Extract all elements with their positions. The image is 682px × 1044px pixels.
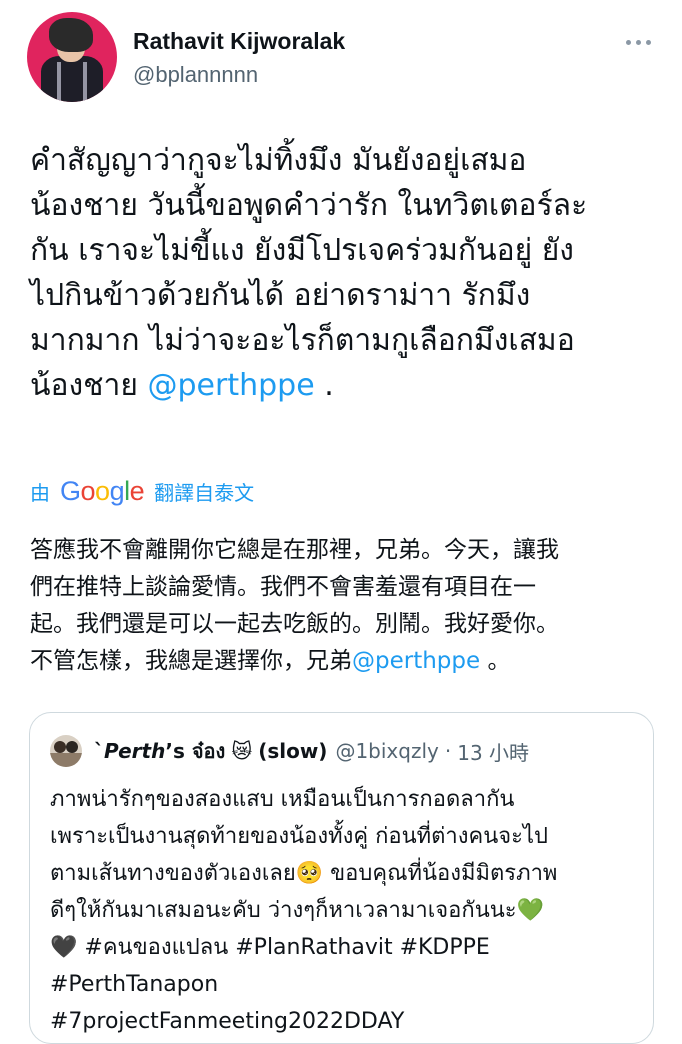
pleading-face-emoji-icon: 🥺 (295, 861, 324, 886)
author-handle[interactable]: @bplannnnn (133, 62, 258, 88)
quoted-tweet-header: `Perth’s จ๋อง 😿 (slow) @1bixqzly · 13 小時 (50, 735, 529, 767)
translate-action-link[interactable]: 翻譯自泰文 (154, 477, 254, 506)
tweet-line: ไปกินข้าวด้วยกันได้ อย่าดราม่าา รักมึง (30, 278, 531, 313)
google-logo-letter: e (129, 475, 145, 506)
quoted-fragment: ขอบคุณที่น้องมีมิตรภาพ (323, 861, 558, 886)
tweet-line: กัน เราจะไม่ขี้แง ยังมีโปรเจคร่วมกันอยู่… (30, 233, 574, 268)
quoted-tweet-body: ภาพน่ารักๆของสองแสบ เหมือนเป็นการกอดลากั… (50, 781, 640, 1040)
hashtag-line[interactable]: #7projectFanmeeting2022DDAY (50, 1003, 640, 1040)
name-fragment: ’s จ๋อง (165, 739, 226, 763)
more-options-icon[interactable] (624, 32, 654, 52)
name-fragment: Perth (104, 739, 166, 763)
translation-line-last: 不管怎樣，我總是選擇你，兄弟@perthppe 。 (30, 643, 660, 680)
translation-fragment: 不管怎樣，我總是選擇你，兄弟 (30, 648, 352, 674)
quoted-author-avatar[interactable] (50, 735, 82, 767)
green-heart-icon: 💚 (516, 898, 545, 923)
quoted-timestamp[interactable]: 13 小時 (457, 737, 529, 766)
translation-fragment: 。 (480, 648, 511, 674)
translate-row: 由 Google 翻譯自泰文 (30, 474, 254, 508)
quoted-author-handle: @1bixqzly (335, 739, 439, 763)
tweet-line-last: น้องชาย @perthppe . (30, 363, 660, 408)
crying-cat-emoji-icon: 😿 (231, 739, 253, 763)
tweet-line: คำสัญญาว่ากูจะไม่ทิ้งมึง มันยังอยู่เสมอ (30, 143, 527, 178)
quoted-author-name[interactable]: `Perth’s จ๋อง 😿 (slow) (94, 735, 327, 767)
translate-by-label: 由 (30, 482, 50, 505)
hashtag-line[interactable]: #คนของแปลน #PlanRathavit #KDPPE (77, 935, 489, 960)
author-avatar[interactable] (27, 12, 117, 102)
separator-dot: · (444, 739, 452, 763)
tweet-text-fragment: น้องชาย (30, 368, 148, 403)
translation-line: 起。我們還是可以一起去吃飯的。別鬧。我好愛你。 (30, 611, 559, 637)
translation-line: 們在推特上談論愛情。我們不會害羞還有項目在一 (30, 574, 536, 600)
tweet-line: มากมาก ไม่ว่าจะอะไรก็ตามกูเลือกมึงเสมอ (30, 323, 575, 358)
name-fragment: (slow) (258, 739, 328, 763)
quoted-line: ภาพน่ารักๆของสองแสบ เหมือนเป็นการกอดลากั… (50, 787, 515, 812)
translated-text: 答應我不會離開你它總是在那裡，兄弟。今天，讓我 們在推特上談論愛情。我們不會害羞… (30, 532, 660, 680)
quoted-line: ดีๆให้กันมาเสมอนะคับ ว่างๆก็หาเวลามาเจอก… (50, 892, 640, 929)
quoted-line: เพราะเป็นงานสุดท้ายของน้องทั้งคู่ ก่อนที… (50, 824, 549, 849)
author-display-name[interactable]: Rathavit Kijworalak (133, 28, 345, 55)
hashtag-line[interactable]: #PerthTanapon (50, 966, 640, 1003)
google-logo-letter: G (60, 475, 81, 506)
google-logo-letter: o (95, 475, 110, 506)
google-logo-letter: g (109, 475, 125, 506)
google-logo-letter: o (80, 475, 96, 506)
name-fragment: ` (94, 739, 104, 763)
quoted-fragment: ดีๆให้กันมาเสมอนะคับ ว่างๆก็หาเวลามาเจอก… (50, 898, 517, 923)
mention-link[interactable]: @perthppe (148, 368, 315, 403)
mention-link[interactable]: @perthppe (352, 648, 480, 674)
translation-line: 答應我不會離開你它總是在那裡，兄弟。今天，讓我 (30, 537, 559, 563)
quoted-line: 🖤 #คนของแปลน #PlanRathavit #KDPPE (50, 929, 640, 966)
tweet-line: น้องชาย วันนี้ขอพูดคำว่ารัก ในทวิตเตอร์ล… (30, 188, 588, 223)
quoted-tweet-card[interactable]: `Perth’s จ๋อง 😿 (slow) @1bixqzly · 13 小時 ภ… (29, 712, 654, 1044)
quoted-line: ตามเส้นทางของตัวเองเลย🥺 ขอบคุณที่น้องมีม… (50, 855, 640, 892)
tweet-text-fragment: . (314, 368, 334, 403)
google-logo: Google (60, 475, 145, 507)
quoted-fragment: ตามเส้นทางของตัวเองเลย (50, 861, 296, 886)
tweet-body: คำสัญญาว่ากูจะไม่ทิ้งมึง มันยังอยู่เสมอ … (30, 138, 660, 408)
black-heart-icon: 🖤 (50, 935, 78, 960)
tweet-header: Rathavit Kijworalak @bplannnnn (0, 0, 682, 110)
